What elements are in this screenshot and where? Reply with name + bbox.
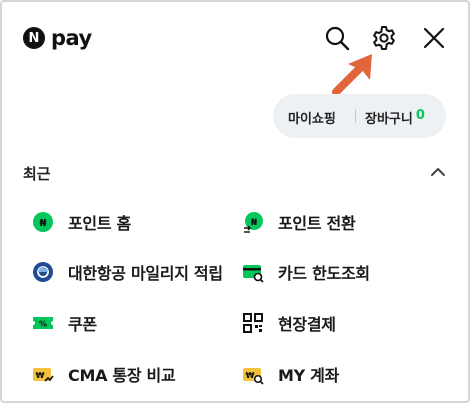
my-shopping-link[interactable]: 마이쇼핑 [288, 108, 336, 127]
menu-item-label: 포인트 홈 [68, 214, 131, 233]
svg-text:₦: ₦ [251, 218, 258, 228]
menu-item-label: 현장결제 [278, 315, 336, 334]
pointer-arrow-icon [332, 54, 372, 96]
pill-divider [355, 109, 356, 123]
menu-item-card-limit[interactable]: 카드 한도조회 [242, 259, 370, 285]
menu-item-point-exchange[interactable]: ₦ 포인트 전환 [242, 209, 356, 235]
menu-item-point-home[interactable]: ₦ 포인트 홈 [32, 209, 131, 235]
menu-item-cma-compare[interactable]: ₩ CMA 통장 비교 [32, 361, 176, 387]
my-account-icon: ₩ [242, 363, 264, 385]
npay-logo: N pay [23, 27, 92, 49]
korean-air-icon [32, 261, 54, 283]
close-icon [423, 27, 445, 49]
menu-item-label: CMA 통장 비교 [68, 366, 176, 385]
npay-logo-badge: N [23, 27, 45, 49]
quick-links-pill: 마이쇼핑 장바구니 0 [273, 94, 446, 138]
svg-text:₩: ₩ [36, 371, 45, 380]
svg-text:%: % [39, 320, 47, 329]
menu-item-label: MY 계좌 [278, 366, 340, 385]
npay-logo-text: pay [51, 26, 92, 50]
menu-item-my-account[interactable]: ₩ MY 계좌 [242, 361, 339, 387]
coupon-icon: % [32, 312, 54, 334]
menu-item-label: 쿠폰 [68, 315, 97, 334]
chevron-up-icon[interactable] [430, 165, 446, 179]
menu-item-label: 포인트 전환 [278, 214, 356, 233]
cma-compare-icon: ₩ [32, 363, 54, 385]
menu-item-label: 카드 한도조회 [278, 264, 370, 283]
qr-code-icon [242, 312, 264, 334]
menu-item-korean-air-mileage[interactable]: 대한항공 마일리지 적립 [32, 259, 223, 285]
menu-item-label: 대한항공 마일리지 적립 [68, 264, 223, 283]
cart-link[interactable]: 장바구니 0 [365, 108, 425, 127]
point-exchange-icon: ₦ [242, 211, 264, 233]
section-title-recent: 최근 [23, 165, 51, 183]
card-search-icon [242, 261, 264, 283]
cart-label: 장바구니 [365, 112, 413, 127]
cart-count-badge: 0 [415, 108, 425, 123]
menu-item-coupon[interactable]: % 쿠폰 [32, 310, 97, 336]
window-frame [0, 0, 470, 403]
svg-text:₦: ₦ [40, 218, 47, 229]
naver-point-icon: ₦ [32, 211, 54, 233]
menu-item-onsite-payment[interactable]: 현장결제 [242, 310, 336, 336]
svg-text:₩: ₩ [246, 371, 255, 380]
close-button[interactable] [420, 24, 448, 52]
